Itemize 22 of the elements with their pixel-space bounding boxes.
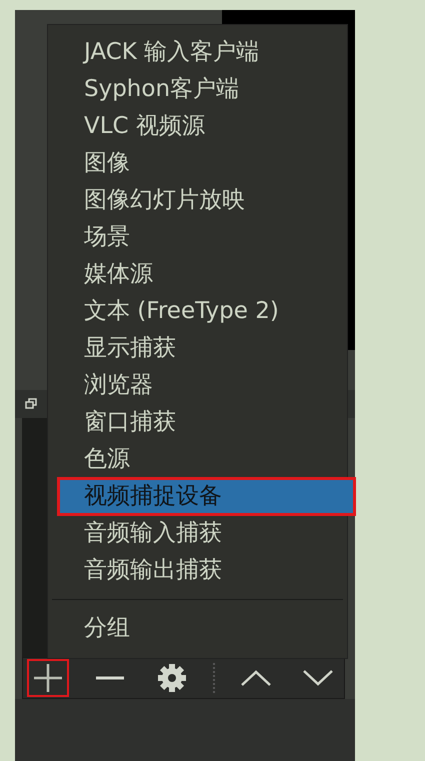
minus-icon xyxy=(95,676,125,680)
menu-item[interactable]: JACK 输入客户端 xyxy=(48,34,347,71)
plus-icon xyxy=(33,663,63,693)
menu-item[interactable]: 图像幻灯片放映 xyxy=(48,182,347,219)
menu-item[interactable]: Syphon客户端 xyxy=(48,71,347,108)
menu-item[interactable]: 图像 xyxy=(48,145,347,182)
chevron-down-icon xyxy=(302,668,334,688)
menu-item[interactable]: 音频输出捕获 xyxy=(48,552,347,589)
menu-item[interactable]: 媒体源 xyxy=(48,256,347,293)
menu-item[interactable]: 窗口捕获 xyxy=(48,404,347,441)
menu-item[interactable]: VLC 视频源 xyxy=(48,108,347,145)
menu-item[interactable]: 文本 (FreeType 2) xyxy=(48,293,347,330)
window-restore-icon xyxy=(25,398,37,410)
menu-item[interactable]: 音频输入捕获 xyxy=(48,515,347,552)
menu-item[interactable]: 色源 xyxy=(48,441,347,478)
add-button[interactable] xyxy=(27,659,69,697)
menu-item[interactable]: 分组 xyxy=(48,610,347,647)
gear-icon xyxy=(156,662,188,694)
menu-item[interactable]: 显示捕获 xyxy=(48,330,347,367)
menu-item[interactable]: 浏览器 xyxy=(48,367,347,404)
chevron-up-icon xyxy=(240,668,272,688)
menu-item[interactable]: 场景 xyxy=(48,219,347,256)
